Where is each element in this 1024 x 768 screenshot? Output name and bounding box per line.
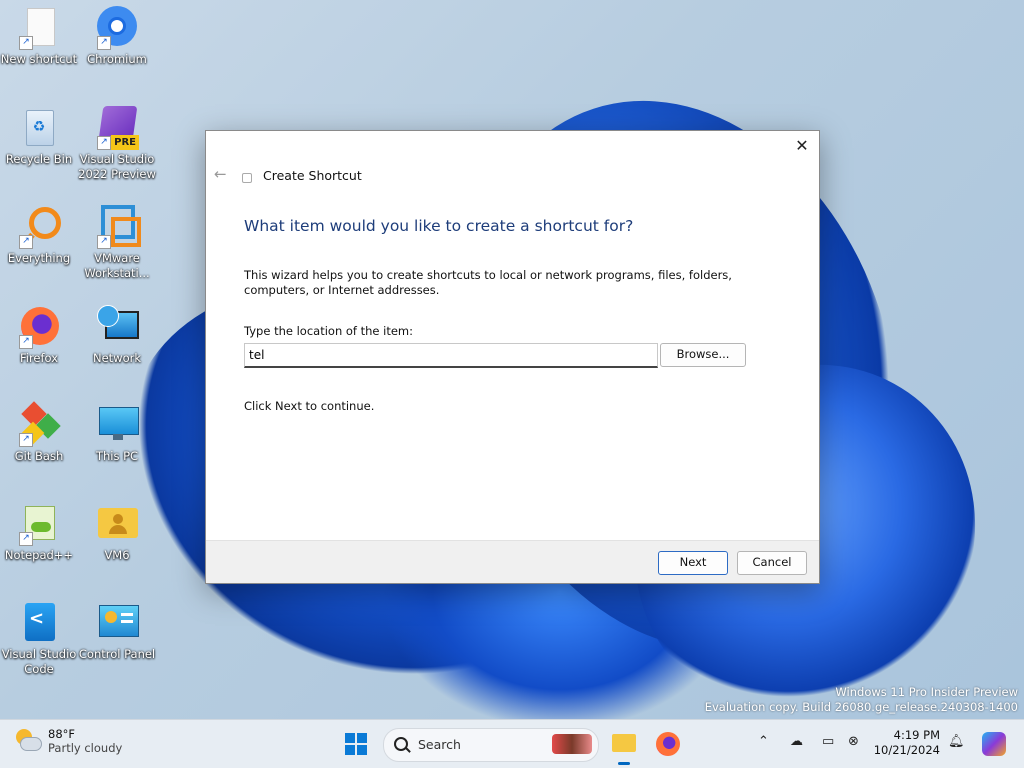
desktop-icon-network[interactable]: Network <box>78 305 156 366</box>
active-indicator <box>618 762 630 765</box>
vscode-icon: < <box>17 601 61 645</box>
visual-studio-icon: PRE ↗ <box>95 106 139 150</box>
desktop-icon-control-panel[interactable]: Control Panel <box>78 601 156 662</box>
weather-widget[interactable]: 88°F Partly cloudy <box>12 727 122 755</box>
desktop-icon-firefox[interactable]: ↗ Firefox <box>0 305 78 366</box>
desktop-icon-label: VMware Workstati... <box>84 251 150 280</box>
firefox-icon: ↗ <box>17 305 61 349</box>
desktop-icon-label: Control Panel <box>78 647 156 661</box>
desktop-icon-label: This PC <box>95 449 139 463</box>
display-icon[interactable]: ▭ <box>822 734 834 749</box>
search-label: Search <box>418 737 461 752</box>
git-bash-icon: ↗ <box>17 401 61 447</box>
desktop-icon-visual-studio-preview[interactable]: PRE ↗ Visual Studio 2022 Preview <box>78 106 156 182</box>
copilot-icon <box>982 732 1006 756</box>
watermark-line1: Windows 11 Pro Insider Preview <box>835 685 1018 699</box>
dialog-footer: Next Cancel <box>206 540 819 583</box>
cancel-button[interactable]: Cancel <box>737 551 807 575</box>
continue-instruction: Click Next to continue. <box>244 399 375 413</box>
desktop-icon-label: Visual Studio Code <box>1 647 77 676</box>
taskbar-file-explorer[interactable] <box>608 728 640 765</box>
desktop-icon-this-pc[interactable]: This PC <box>78 403 156 464</box>
location-label: Type the location of the item: <box>244 324 414 338</box>
desktop-icon-git-bash[interactable]: ↗ Git Bash <box>0 401 78 464</box>
clock-time: 4:19 PM <box>893 728 940 742</box>
desktop-icon-new-shortcut[interactable]: ↗ New shortcut <box>0 6 78 67</box>
desktop-icon-notepad-plus-plus[interactable]: ↗ Notepad++ <box>0 502 78 563</box>
desktop-icon-label: Everything <box>7 251 71 265</box>
notepad-plus-plus-icon: ↗ <box>17 502 61 546</box>
chevron-up-icon[interactable]: ⌃ <box>758 734 769 749</box>
firefox-icon <box>656 732 680 756</box>
file-explorer-icon <box>612 734 636 752</box>
taskbar: 88°F Partly cloudy Search ⌃ ☁ ▭ ⊗ 4:19 P… <box>0 719 1024 768</box>
clock-date: 10/21/2024 <box>873 743 940 757</box>
network-tray-icon[interactable]: ☁ <box>790 734 803 749</box>
watermark-line2: Evaluation copy. Build 26080.ge_release.… <box>704 700 1018 714</box>
desktop-icon-label: New shortcut <box>0 52 78 66</box>
desktop-icon-vmware[interactable]: ↗ VMware Workstati... <box>78 205 156 281</box>
start-button[interactable] <box>340 728 372 760</box>
windows-logo-icon <box>345 733 367 755</box>
copilot-button[interactable] <box>978 728 1010 760</box>
notification-bell-icon[interactable]: 🔔︎ <box>948 734 965 749</box>
everything-icon: ↗ <box>17 205 61 249</box>
desktop-icon-chromium[interactable]: ↗ Chromium <box>78 6 156 67</box>
desktop-icon-vm6[interactable]: VM6 <box>78 502 156 563</box>
volume-muted-icon[interactable]: ⊗ <box>848 734 859 749</box>
chromium-icon: ↗ <box>95 6 139 50</box>
browse-button[interactable]: Browse... <box>660 343 746 367</box>
desktop-icon-label: Git Bash <box>14 449 64 463</box>
monitor-icon <box>95 403 139 447</box>
desktop-icon-label: Notepad++ <box>4 548 74 562</box>
dialog-heading: What item would you like to create a sho… <box>244 217 634 235</box>
desktop-icon-vscode[interactable]: < Visual Studio Code <box>0 601 78 677</box>
next-button[interactable]: Next <box>658 551 728 575</box>
desktop-icon-label: VM6 <box>104 548 130 562</box>
shortcut-icon <box>242 173 252 183</box>
desktop-icon-label: Visual Studio 2022 Preview <box>78 152 156 181</box>
search-highlight-icon <box>552 734 592 754</box>
desktop-icon-everything[interactable]: ↗ Everything <box>0 205 78 266</box>
dialog-title: Create Shortcut <box>263 168 362 183</box>
create-shortcut-dialog: ✕ ← Create Shortcut What item would you … <box>205 130 820 584</box>
evaluation-watermark: Windows 11 Pro Insider Preview Evaluatio… <box>705 685 1018 715</box>
partly-cloudy-icon <box>12 727 42 755</box>
desktop-icon-label: Chromium <box>87 52 147 66</box>
weather-temperature: 88°F <box>48 727 75 741</box>
desktop-icon-label: Firefox <box>19 351 59 365</box>
user-folder-icon <box>95 502 139 546</box>
preview-badge: PRE <box>111 135 139 150</box>
desktop-icon-label: Network <box>92 351 142 365</box>
weather-condition: Partly cloudy <box>48 741 123 755</box>
recycle-bin-icon: ♻ <box>17 106 61 150</box>
back-arrow-icon[interactable]: ← <box>214 165 227 183</box>
search-icon-handle <box>405 747 411 753</box>
control-panel-icon <box>95 601 139 645</box>
file-icon: ↗ <box>17 6 61 50</box>
desktop-icon-label: Recycle Bin <box>5 152 73 166</box>
desktop-icon-recycle-bin[interactable]: ♻ Recycle Bin <box>0 106 78 167</box>
dialog-description: This wizard helps you to create shortcut… <box>244 268 732 297</box>
vmware-icon: ↗ <box>95 205 141 249</box>
taskbar-search[interactable]: Search <box>383 728 599 762</box>
network-icon <box>95 305 139 349</box>
taskbar-clock[interactable]: 4:19 PM 10/21/2024 <box>872 728 940 758</box>
close-icon[interactable]: ✕ <box>791 135 813 157</box>
location-input[interactable] <box>244 343 658 368</box>
taskbar-firefox[interactable] <box>652 728 684 760</box>
